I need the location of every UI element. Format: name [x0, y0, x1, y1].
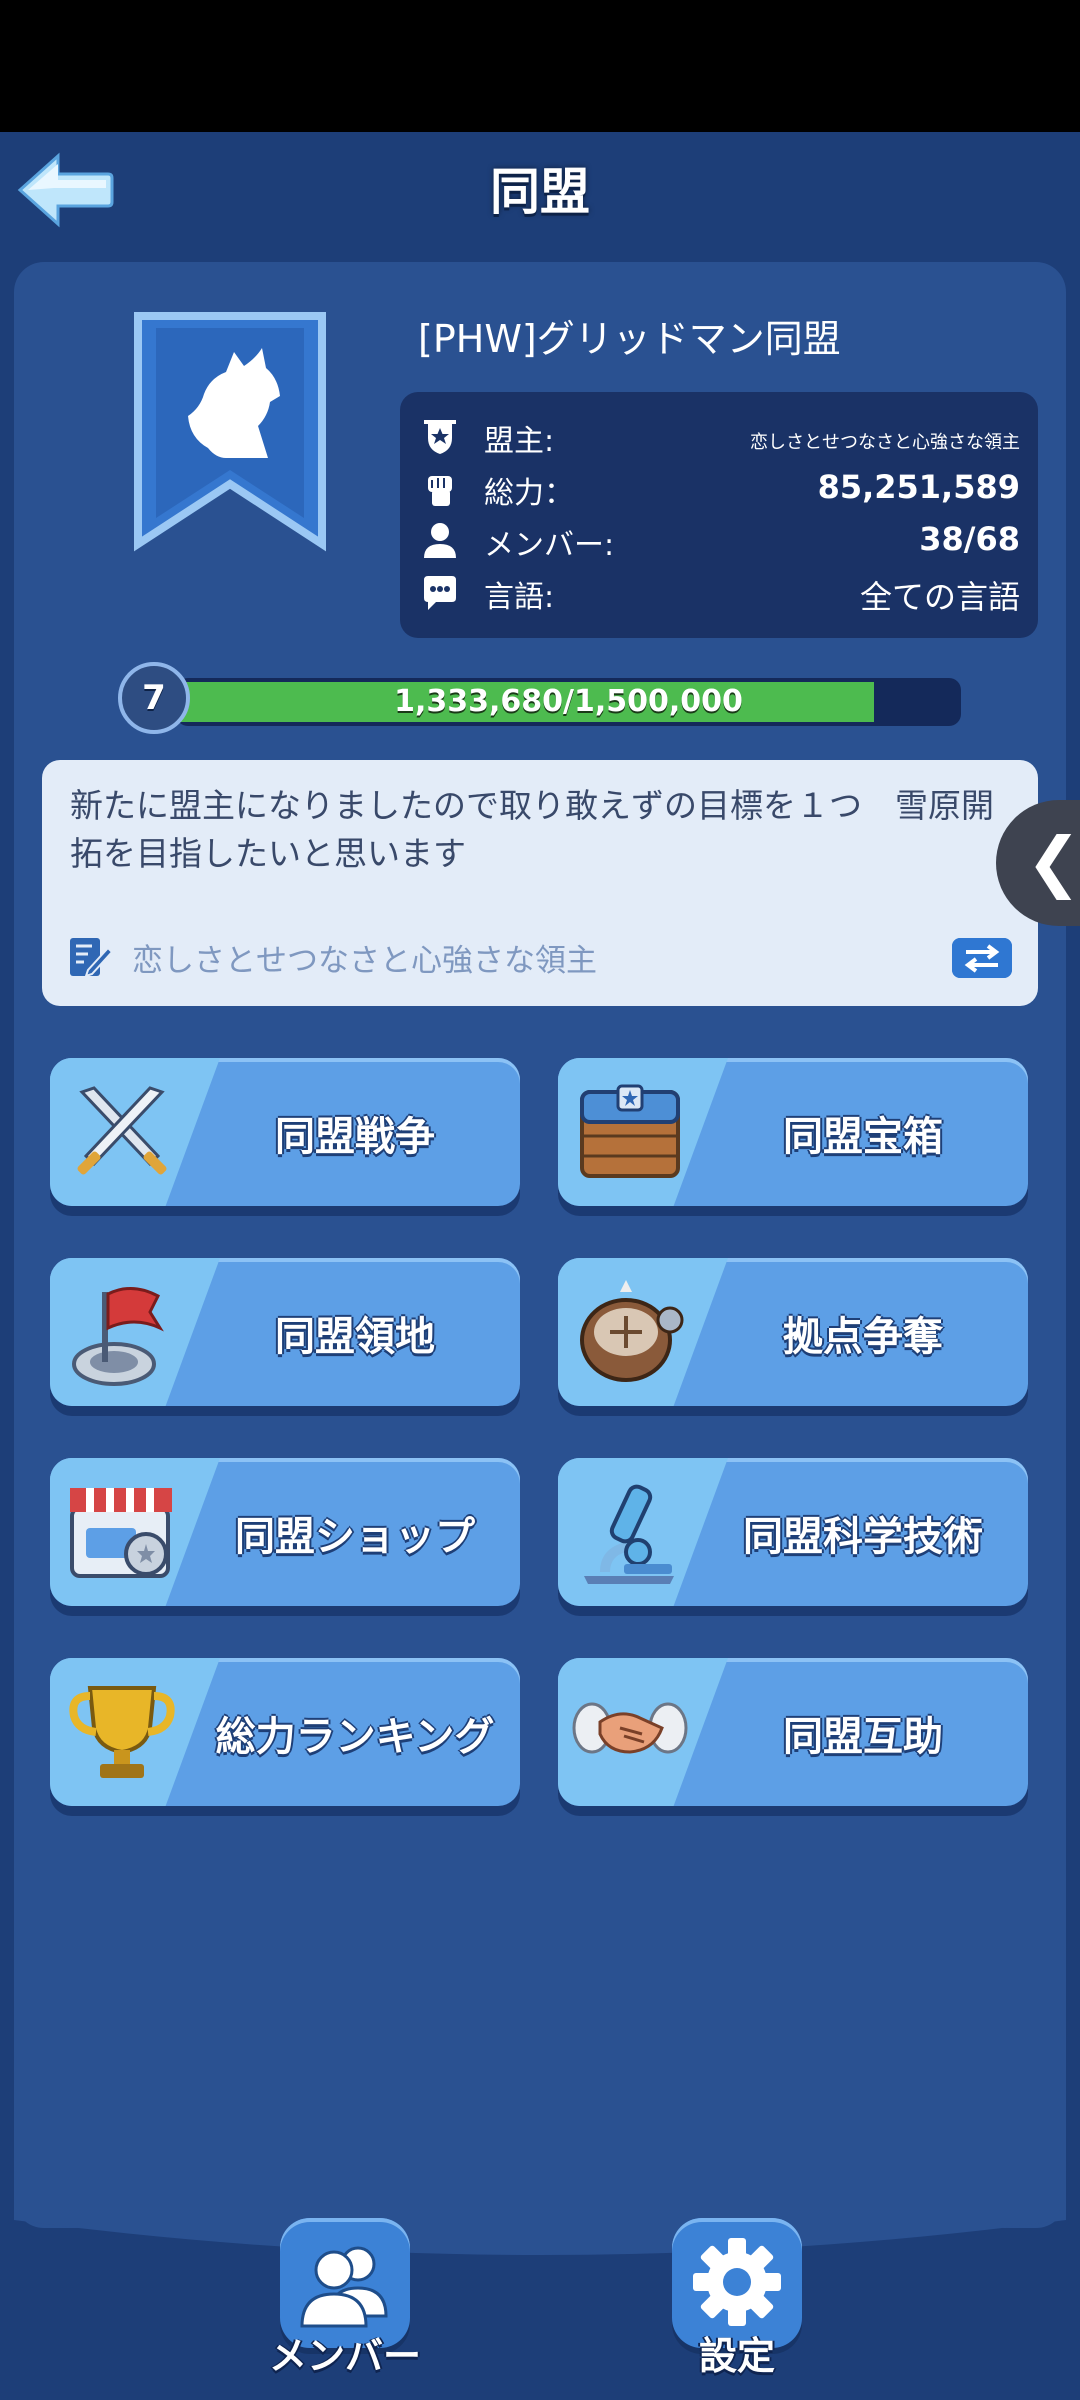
menu-label: 同盟科学技術: [743, 1514, 983, 1560]
alliance-chest-button[interactable]: 同盟宝箱: [558, 1058, 1028, 1206]
menu-label: 拠点争奪: [783, 1314, 943, 1360]
stronghold-contest-button[interactable]: 拠点争奪: [558, 1258, 1028, 1406]
trophy-icon: [69, 1686, 175, 1778]
power-label: 総力：: [484, 476, 574, 511]
crossed-swords-icon: [77, 1086, 167, 1175]
shield-icon: [424, 420, 456, 454]
leader-label: 盟主:: [484, 424, 555, 459]
menu-label: 同盟宝箱: [783, 1114, 943, 1160]
menu-label: 同盟互助: [783, 1714, 943, 1760]
notice-author: 恋しさとせつなさと心強さな領主: [132, 943, 597, 979]
menu-label: 同盟領地: [275, 1314, 435, 1360]
alliance-name: [PHW]グリッドマン同盟: [418, 317, 841, 361]
fist-icon: [428, 476, 452, 506]
red-flag-icon: [72, 1287, 164, 1386]
shop-icon: [70, 1488, 172, 1578]
menu-label: 同盟ショップ: [235, 1514, 475, 1560]
treasure-chest-icon: [580, 1084, 680, 1178]
wolf-banner-icon: [134, 312, 326, 552]
alliance-tech-button[interactable]: 同盟科学技術: [558, 1458, 1028, 1606]
chat-icon: [424, 576, 456, 610]
members-value: 38/68: [919, 520, 1020, 558]
alliance-war-button[interactable]: 同盟戦争: [50, 1058, 520, 1206]
menu-label: 総力ランキング: [215, 1714, 495, 1760]
level-badge: 7: [118, 662, 190, 734]
leader-value: 恋しさとせつなさと心強さな領主: [750, 432, 1020, 453]
page-title: 同盟: [490, 163, 590, 221]
chevron-left-icon: ❮: [1026, 823, 1080, 900]
language-label: 言語:: [484, 580, 555, 615]
member-icon: [424, 523, 456, 558]
swap-icon[interactable]: [952, 938, 1012, 978]
fortress-icon: [580, 1280, 684, 1382]
panel-bottom-curve: [14, 2150, 1066, 2255]
alliance-help-button[interactable]: 同盟互助: [558, 1658, 1028, 1806]
language-value: 全ての言語: [859, 578, 1020, 616]
members-label[interactable]: メンバー: [250, 2325, 440, 2380]
notice-text: 新たに盟主になりましたので取り敢えずの目標を１つ 雪原開拓を目指したいと思います: [70, 786, 994, 873]
power-ranking-button[interactable]: 総力ランキング: [50, 1658, 520, 1806]
power-value: 85,251,589: [817, 468, 1020, 506]
members-label: メンバー:: [484, 528, 615, 563]
language-row: 言語: 全ての言語: [420, 566, 1020, 618]
xp-progress-bar: 1,333,680/1,500,000: [176, 678, 961, 726]
microscope-icon: [584, 1484, 674, 1584]
leader-row: 盟主: 恋しさとせつなさと心強さな領主: [420, 410, 1020, 462]
handshake-icon: [572, 1702, 688, 1754]
alliance-shop-button[interactable]: 同盟ショップ: [50, 1458, 520, 1606]
xp-text: 1,333,680/1,500,000: [394, 684, 743, 719]
power-row: 総力： 85,251,589: [420, 462, 1020, 514]
edit-icon[interactable]: [66, 932, 114, 980]
settings-label[interactable]: 設定: [660, 2325, 814, 2380]
members-row: メンバー: 38/68: [420, 514, 1020, 566]
status-bar: [0, 0, 1080, 132]
alliance-territory-button[interactable]: 同盟領地: [50, 1258, 520, 1406]
menu-label: 同盟戦争: [275, 1114, 435, 1160]
